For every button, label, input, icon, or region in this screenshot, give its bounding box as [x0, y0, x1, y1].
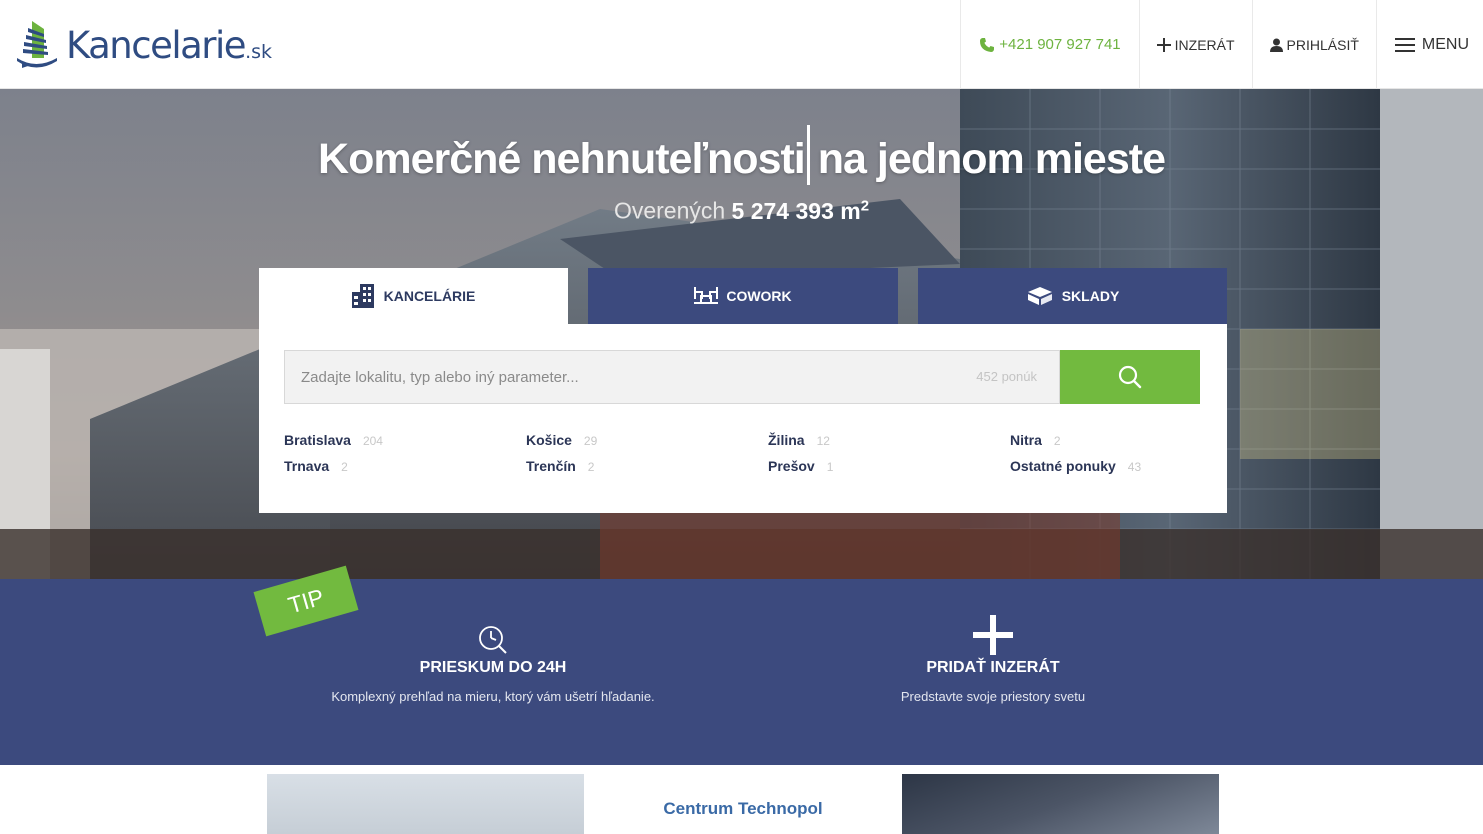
header-nav: +421 907 927 741 Inzerát Prihlásiť Menu — [960, 0, 1483, 89]
boxes-icon — [1027, 287, 1052, 305]
tab-kancelarie-label: Kancelárie — [383, 288, 476, 304]
tab-gap — [568, 268, 588, 324]
city-link-bratislava[interactable]: Bratislava 204 — [284, 432, 383, 448]
search-panel: 452 ponúk Bratislava204 Košice29 Žilina1… — [259, 324, 1227, 513]
city-link-nitra[interactable]: Nitra 2 — [1010, 432, 1061, 448]
features-band: Prieskum do 24h Komplexný prehľad na mie… — [0, 579, 1483, 765]
menu-button[interactable]: Menu — [1375, 0, 1483, 89]
phone-link[interactable]: +421 907 927 741 — [960, 0, 1138, 89]
site-header: Kancelarie.sk +421 907 927 741 Inzerát P… — [0, 0, 1483, 89]
tab-gap — [898, 268, 918, 324]
logo-building-icon — [17, 21, 57, 68]
listings-section: Centrum Technopol — [0, 765, 1483, 834]
listing-image[interactable] — [902, 774, 1219, 834]
feature-add-listing[interactable]: Pridať inzerát Predstavte svoje priestor… — [783, 579, 1203, 704]
logo-text: Kancelarie.sk — [66, 23, 273, 67]
city-link-trnava[interactable]: Trnava 2 — [284, 458, 348, 474]
tab-cowork-label: Cowork — [726, 288, 792, 304]
search-tabs: Kancelárie Cowork Sklady — [259, 268, 1227, 324]
plus-icon — [1156, 37, 1171, 52]
city-count: 12 — [816, 434, 830, 448]
city-count: 2 — [1053, 434, 1061, 448]
city-link-presov[interactable]: Prešov 1 — [768, 458, 833, 474]
city-count: 2 — [341, 460, 348, 474]
phone-icon — [980, 37, 995, 52]
logo-tld: .sk — [245, 40, 273, 63]
feature-survey-title: Prieskum do 24h — [419, 659, 567, 676]
search-input[interactable] — [285, 351, 965, 403]
text-cursor — [806, 125, 810, 185]
city-count: 29 — [583, 434, 598, 448]
search-button[interactable] — [1060, 350, 1200, 404]
hero-title-part1: Komerčné nehnuteľnosti — [318, 135, 806, 183]
tab-kancelarie[interactable]: Kancelárie — [259, 268, 568, 324]
listing-image[interactable] — [267, 774, 584, 834]
city-link-kosice[interactable]: Košice 29 — [526, 432, 597, 448]
search-field: 452 ponúk — [284, 350, 1060, 404]
feature-survey-desc: Komplexný prehľad na mieru, ktorý vám uš… — [331, 689, 655, 704]
tab-sklady[interactable]: Sklady — [918, 268, 1227, 324]
hero-title: Komerčné nehnuteľnosti na jednom mieste — [0, 125, 1483, 185]
tab-cowork[interactable]: Cowork — [588, 268, 898, 324]
city-count: 43 — [1127, 460, 1142, 474]
tab-sklady-label: Sklady — [1061, 288, 1120, 304]
search-icon — [1118, 365, 1142, 389]
verified-area-value: 5 274 393 m2 — [731, 197, 870, 224]
city-link-other-offers[interactable]: Ostatné ponuky 43 — [1010, 458, 1141, 474]
city-link-zilina[interactable]: Žilina 12 — [768, 432, 830, 448]
desk-icon — [694, 287, 719, 304]
city-link-trencin[interactable]: Trenčín 2 — [526, 458, 594, 474]
clock-search-icon — [479, 626, 507, 654]
feature-add-listing-title: Pridať inzerát — [926, 659, 1060, 676]
phone-number: +421 907 927 741 — [999, 36, 1121, 53]
plus-icon — [973, 615, 1013, 655]
offer-count: 452 ponúk — [976, 369, 1037, 384]
add-listing-link[interactable]: Inzerát — [1138, 0, 1252, 89]
hero-title-part2: na jednom mieste — [817, 135, 1166, 183]
login-label: Prihlásiť — [1286, 36, 1359, 53]
site-logo[interactable]: Kancelarie.sk — [14, 18, 272, 72]
city-count: 1 — [826, 460, 834, 474]
add-listing-label: Inzerát — [1174, 36, 1235, 53]
hamburger-icon — [1394, 37, 1415, 52]
listing-title-link[interactable]: Centrum Technopol — [584, 799, 902, 819]
feature-add-listing-desc: Predstavte svoje priestory svetu — [900, 689, 1086, 704]
menu-label: Menu — [1421, 35, 1469, 53]
login-link[interactable]: Prihlásiť — [1251, 0, 1376, 89]
subtitle-prefix: Overených — [613, 197, 726, 224]
user-icon — [1269, 38, 1283, 52]
city-count: 2 — [587, 460, 595, 474]
city-count: 204 — [362, 434, 383, 448]
hero-subtitle: Overených 5 274 393 m2 — [0, 197, 1483, 225]
building-icon — [351, 284, 374, 308]
